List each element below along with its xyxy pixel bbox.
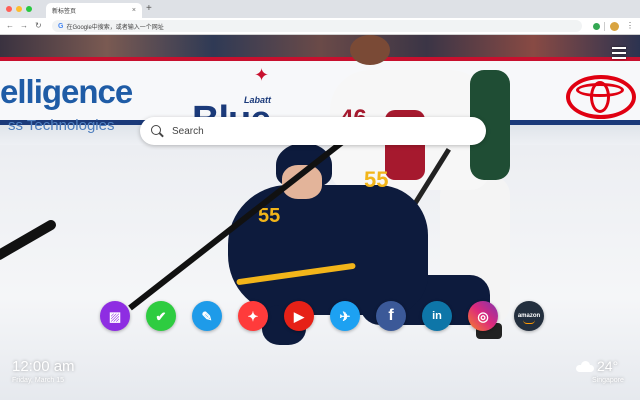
weather-widget[interactable]: 24°: [576, 358, 618, 374]
tab-title: 新标签页: [52, 9, 77, 15]
toolbar-divider: [604, 22, 605, 31]
search-bar[interactable]: [140, 117, 486, 145]
board-ad-technologies: ss Technologies: [8, 117, 115, 134]
new-tab-page: elligence ss Technologies ✦ Labatt Blue …: [0, 35, 640, 400]
browser-toolbar: ← → ↻ G 在Google中搜索，或者输入一个网址 ⋮: [0, 18, 640, 35]
extension-icon[interactable]: [593, 23, 600, 30]
minimize-window-button[interactable]: [16, 6, 22, 12]
toyota-logo: [566, 75, 636, 119]
linkedin-shortcut[interactable]: in: [422, 301, 452, 331]
amazon-shortcut[interactable]: amazon: [514, 301, 544, 331]
youtube-icon: ▶: [294, 308, 304, 324]
background-crowd: [0, 35, 640, 57]
tab-close-icon[interactable]: ×: [132, 7, 136, 14]
gamepad-icon: ✦: [247, 308, 259, 324]
instagram-icon: ◎: [477, 308, 489, 324]
search-icon: [150, 124, 164, 138]
search-input[interactable]: [170, 124, 474, 138]
clock-time: 12:00 am: [12, 358, 75, 375]
close-window-button[interactable]: [6, 6, 12, 12]
maple-leaf-icon: ✦: [254, 65, 270, 85]
address-bar[interactable]: G 在Google中搜索，或者输入一个网址: [52, 20, 582, 32]
youtube-shortcut[interactable]: ▶: [284, 301, 314, 331]
cloud-icon: [576, 360, 594, 372]
google-icon: G: [58, 22, 64, 30]
reload-icon[interactable]: ↻: [35, 20, 42, 32]
instagram-shortcut[interactable]: ◎: [468, 301, 498, 331]
menu-icon[interactable]: [612, 47, 626, 59]
window-controls: [6, 6, 32, 12]
clock-date: Friday, March 15: [12, 377, 64, 384]
linkedin-icon: in: [432, 309, 442, 322]
games-shortcut[interactable]: ✦: [238, 301, 268, 331]
profile-avatar[interactable]: [610, 22, 619, 31]
board-ad-intelligence: elligence: [0, 73, 133, 110]
player-wild-head: [350, 35, 390, 65]
facebook-icon: f: [388, 307, 394, 324]
player-sabres-arm-number: 55: [364, 167, 389, 192]
tasks-shortcut[interactable]: ✔: [146, 301, 176, 331]
browser-menu-icon[interactable]: ⋮: [626, 20, 634, 32]
twitter-icon: ✈: [339, 308, 351, 324]
amazon-icon: amazon: [517, 313, 541, 319]
gallery-shortcut[interactable]: ▨: [100, 301, 130, 331]
amazon-smile: [523, 320, 535, 324]
checkmark-icon: ✔: [155, 308, 167, 324]
shortcut-dock: ▨ ✔ ✎ ✦ ▶ ✈ f in ◎ amazon: [100, 301, 544, 331]
tab-bar: 新标签页 × +: [0, 0, 640, 18]
maximize-window-button[interactable]: [26, 6, 32, 12]
notes-icon: ✎: [201, 308, 213, 324]
forward-icon[interactable]: →: [20, 20, 28, 32]
back-icon[interactable]: ←: [6, 20, 14, 32]
facebook-shortcut[interactable]: f: [376, 301, 406, 331]
weather-location: Singapore: [592, 377, 624, 384]
address-bar-text: 在Google中搜索，或者输入一个网址: [66, 24, 164, 31]
new-tab-button[interactable]: +: [146, 3, 152, 15]
weather-temperature: 24°: [597, 358, 619, 374]
gallery-icon: ▨: [108, 308, 122, 324]
notes-shortcut[interactable]: ✎: [192, 301, 222, 331]
tab-new-tab[interactable]: 新标签页 ×: [46, 3, 142, 18]
twitter-shortcut[interactable]: ✈: [330, 301, 360, 331]
